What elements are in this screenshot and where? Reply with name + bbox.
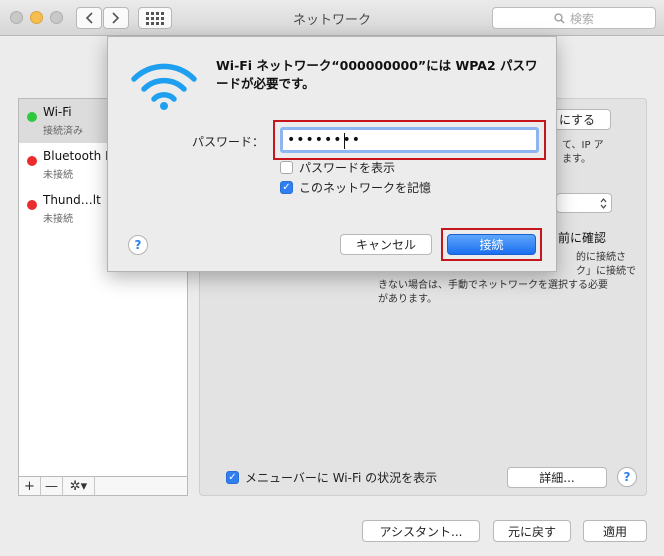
minimize-window-button[interactable]	[30, 11, 43, 24]
wifi-password-dialog: Wi-Fi ネットワーク“000000000”には WPA2 パスワードが必要で…	[107, 36, 557, 272]
search-field[interactable]: 検索	[492, 7, 656, 29]
service-list-toolbar: + — ✲▾	[18, 476, 188, 496]
ask-text-line: があります。	[378, 294, 437, 305]
popup-arrows-icon	[600, 197, 607, 209]
service-status: 接続済み	[43, 126, 83, 137]
advanced-button[interactable]: 詳細...	[507, 467, 607, 488]
search-icon	[554, 12, 565, 23]
ask-text-line: ク」に接続で	[576, 266, 636, 277]
ask-text-line: 的に接続さ	[576, 252, 626, 263]
search-placeholder: 検索	[569, 11, 594, 26]
checkmark-icon: ✓	[226, 471, 239, 484]
cancel-button[interactable]: キャンセル	[340, 234, 432, 255]
chevron-right-icon	[112, 12, 120, 24]
dialog-message: Wi-Fi ネットワーク“000000000”には WPA2 パスワードが必要で…	[216, 58, 538, 91]
status-text-line: て、IP ア	[562, 140, 604, 151]
show-status-checkbox[interactable]: ✓ メニューバーに Wi-Fi の状況を表示	[226, 469, 437, 486]
show-password-checkbox[interactable]: パスワードを表示	[280, 159, 395, 176]
status-dot-icon	[27, 112, 37, 122]
zoom-window-button[interactable]	[50, 11, 63, 24]
checkmark-icon: ✓	[280, 181, 293, 194]
chevron-left-icon	[85, 12, 93, 24]
add-service-button[interactable]: +	[19, 477, 41, 495]
assistant-button[interactable]: アシスタント...	[362, 520, 480, 542]
status-dot-icon	[27, 200, 37, 210]
dialog-help-button[interactable]: ?	[128, 235, 148, 255]
show-status-label: メニューバーに Wi-Fi の状況を表示	[245, 471, 438, 485]
password-label: パスワード：	[192, 135, 265, 149]
remember-network-checkbox[interactable]: ✓ このネットワークを記憶	[280, 179, 431, 196]
apply-button[interactable]: 適用	[583, 520, 647, 542]
wifi-icon	[131, 63, 197, 110]
service-name: Wi-Fi	[43, 105, 72, 119]
service-name: Bluetooth P	[43, 149, 113, 163]
title-bar: ネットワーク 検索	[0, 0, 664, 36]
help-button[interactable]: ?	[617, 467, 637, 487]
close-window-button[interactable]	[10, 11, 23, 24]
remove-service-button[interactable]: —	[41, 477, 63, 495]
remember-network-label: このネットワークを記憶	[299, 181, 432, 195]
status-text-line: ます。	[562, 154, 591, 165]
connect-button[interactable]: 接続	[447, 234, 536, 255]
grid-icon	[146, 11, 164, 25]
service-status: 未接続	[43, 170, 73, 181]
forward-button[interactable]	[103, 7, 129, 29]
revert-button[interactable]: 元に戻す	[493, 520, 571, 542]
ask-to-join-label: 前に確認	[558, 231, 607, 245]
empty-checkbox-icon	[280, 161, 293, 174]
show-all-button[interactable]	[138, 7, 172, 29]
password-highlight	[273, 120, 546, 160]
show-password-label: パスワードを表示	[299, 161, 396, 175]
service-name: Thund…lt	[43, 193, 101, 207]
gear-menu-button[interactable]: ✲▾	[63, 477, 95, 495]
ask-text-line: きない場合は、手動でネットワークを選択する必要	[378, 280, 608, 291]
back-button[interactable]	[76, 7, 102, 29]
connect-highlight: 接続	[441, 228, 542, 261]
password-input[interactable]	[280, 127, 539, 153]
text-cursor	[344, 133, 345, 149]
status-dot-icon	[27, 156, 37, 166]
service-status: 未接続	[43, 214, 73, 225]
network-name-popup[interactable]	[556, 193, 612, 213]
